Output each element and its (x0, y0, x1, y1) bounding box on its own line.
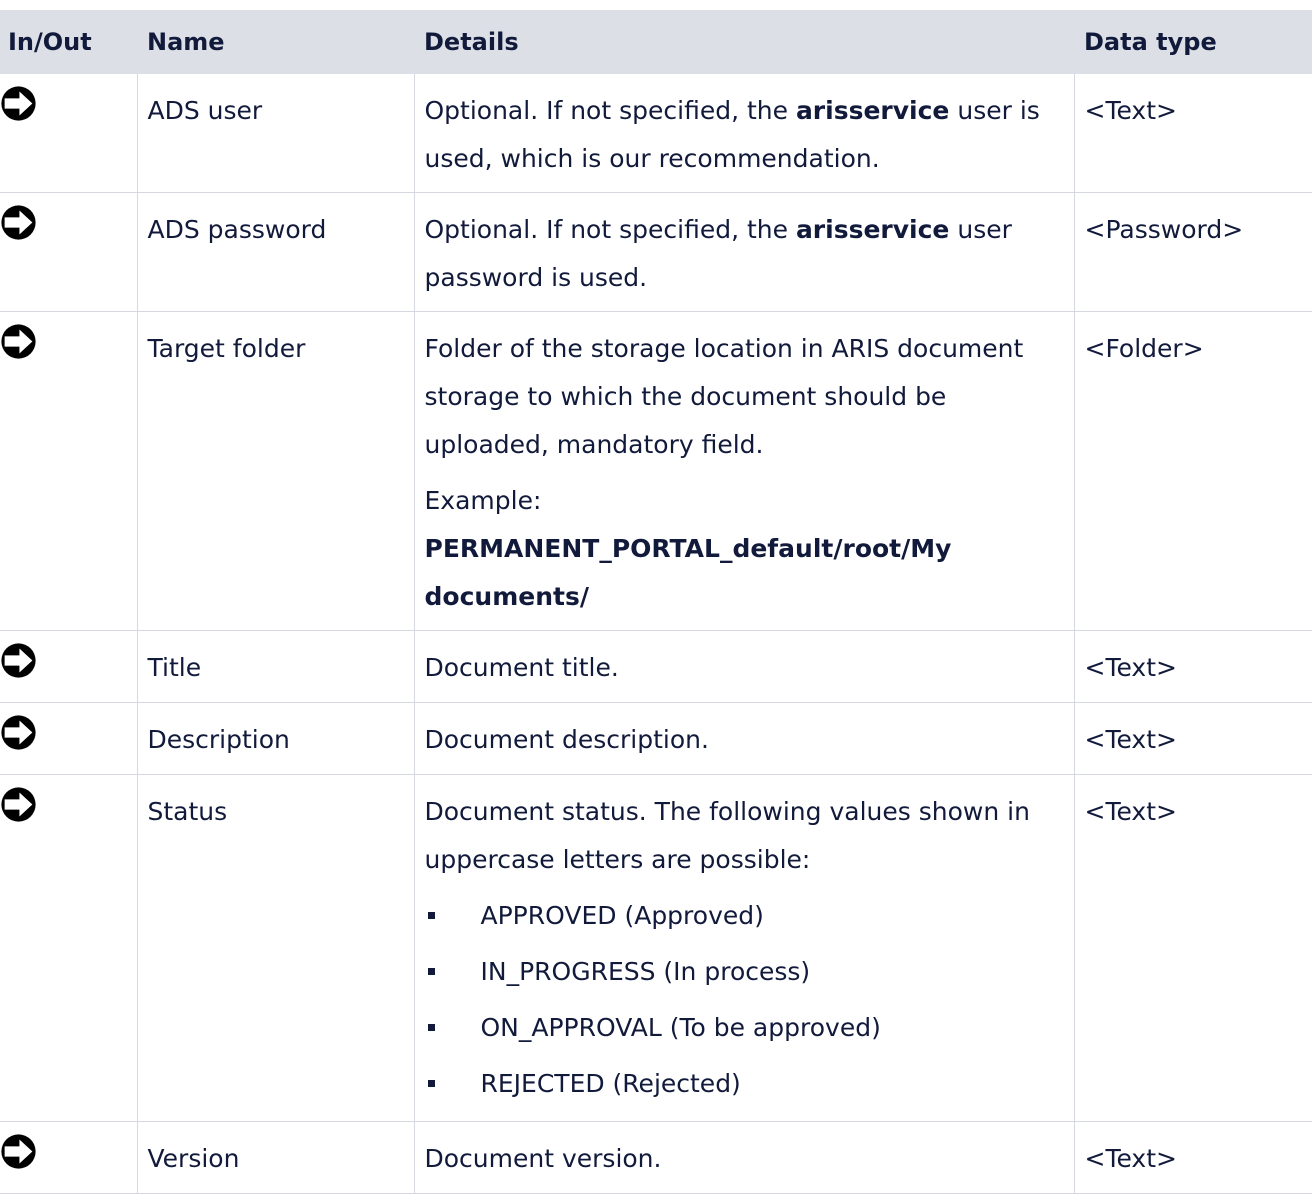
param-name: Target folder (137, 311, 415, 631)
bullet-square-icon (427, 1024, 435, 1031)
status-values-list: APPROVED (Approved) IN_PROGRESS (In proc… (425, 888, 1064, 1112)
list-item: IN_PROGRESS (In process) (425, 944, 1064, 1000)
param-datatype: <Folder> (1074, 311, 1312, 631)
param-details: Optional. If not specified, the arisserv… (414, 192, 1075, 312)
arrow-right-circle-icon (1, 324, 36, 359)
param-name: Version (137, 1121, 415, 1194)
inout-cell (0, 192, 138, 312)
param-name: Title (137, 630, 415, 703)
example-label: Example: (424, 486, 542, 515)
param-datatype: <Text> (1074, 774, 1312, 1122)
bullet-square-icon (427, 912, 435, 919)
inout-cell (0, 311, 138, 631)
table-row: Status Document status. The following va… (0, 774, 1312, 1122)
details-bold-term: arisservice (795, 215, 950, 244)
inout-cell (0, 1121, 138, 1194)
param-details: Document description. (414, 702, 1075, 775)
header-details: Details (424, 28, 519, 56)
param-name: ADS password (137, 192, 415, 312)
arrow-right-circle-icon (1, 205, 36, 240)
details-text: Folder of the storage location in ARIS d… (424, 334, 1024, 459)
header-inout: In/Out (8, 28, 92, 56)
param-datatype: <Text> (1074, 702, 1312, 775)
param-datatype: <Text> (1074, 74, 1312, 193)
param-datatype: <Text> (1074, 1121, 1312, 1194)
table-row: Title Document title. <Text> (0, 630, 1312, 703)
parameter-table-container: In/Out Name Details Data type ADS user O… (0, 10, 1312, 1194)
header-datatype: Data type (1084, 28, 1217, 56)
param-datatype: <Password> (1074, 192, 1312, 312)
table-row: ADS password Optional. If not specified,… (0, 192, 1312, 312)
example-value: PERMANENT_PORTAL_default/root/My documen… (424, 534, 952, 611)
param-details: Folder of the storage location in ARIS d… (414, 311, 1075, 631)
arrow-right-circle-icon (1, 1134, 36, 1169)
param-details: Document status. The following values sh… (414, 774, 1075, 1122)
parameter-table: In/Out Name Details Data type ADS user O… (0, 10, 1312, 1194)
param-name: ADS user (137, 74, 415, 193)
list-item: APPROVED (Approved) (425, 888, 1064, 944)
arrow-right-circle-icon (1, 715, 36, 750)
inout-cell (0, 74, 138, 193)
list-item: REJECTED (Rejected) (425, 1056, 1064, 1112)
arrow-right-circle-icon (1, 643, 36, 678)
details-text: Document status. The following values sh… (424, 797, 1030, 874)
table-row: Target folder Folder of the storage loca… (0, 311, 1312, 631)
inout-cell (0, 630, 138, 703)
bullet-square-icon (427, 1080, 435, 1087)
table-row: ADS user Optional. If not specified, the… (0, 74, 1312, 193)
header-name: Name (147, 28, 225, 56)
bullet-square-icon (427, 968, 435, 975)
table-row: Description Document description. <Text> (0, 702, 1312, 775)
arrow-right-circle-icon (1, 86, 36, 121)
arrow-right-circle-icon (1, 787, 36, 822)
param-details: Optional. If not specified, the arisserv… (414, 74, 1075, 193)
list-item: ON_APPROVAL (To be approved) (425, 1000, 1064, 1056)
table-header-row: In/Out Name Details Data type (0, 10, 1312, 74)
details-bold-term: arisservice (795, 96, 950, 125)
param-name: Status (137, 774, 415, 1122)
param-details: Document title. (414, 630, 1075, 703)
param-datatype: <Text> (1074, 630, 1312, 703)
inout-cell (0, 702, 138, 775)
param-details: Document version. (414, 1121, 1075, 1194)
inout-cell (0, 774, 138, 1122)
param-name: Description (137, 702, 415, 775)
table-row: Version Document version. <Text> (0, 1121, 1312, 1194)
